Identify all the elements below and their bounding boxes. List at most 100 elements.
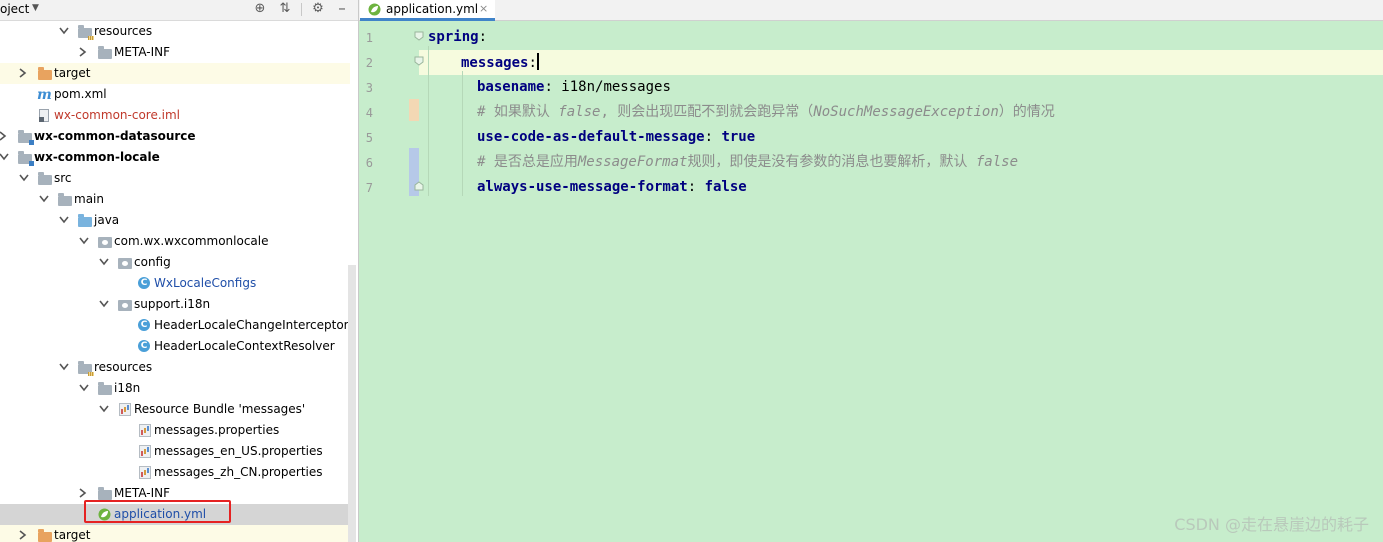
line-number: 4 bbox=[365, 106, 373, 120]
chevron-right-icon[interactable] bbox=[0, 126, 10, 147]
tree-item[interactable]: m pom.xml bbox=[0, 84, 350, 105]
code-line: spring: bbox=[428, 25, 487, 50]
chevron-down-icon[interactable] bbox=[0, 147, 10, 168]
tree-item[interactable]: target bbox=[0, 525, 350, 542]
line-number: 3 bbox=[365, 81, 373, 95]
tree-item-label: Resource Bundle 'messages' bbox=[134, 402, 306, 416]
fold-icon[interactable] bbox=[414, 56, 424, 66]
project-panel: oject ▼ ⊕ ⇅ ⚙ – resources META-INF targe… bbox=[0, 0, 358, 542]
change-marker[interactable] bbox=[409, 99, 419, 121]
yaml-separator: : bbox=[704, 129, 722, 145]
tree-item-label: META-INF bbox=[114, 45, 171, 59]
tree-item-label: target bbox=[54, 528, 91, 542]
chevron-right-icon[interactable] bbox=[78, 42, 90, 63]
tree-item-label: support.i18n bbox=[134, 297, 211, 311]
spring-leaf-icon bbox=[368, 3, 381, 16]
tree-item[interactable]: Resource Bundle 'messages' bbox=[0, 399, 350, 420]
chevron-down-icon[interactable] bbox=[98, 252, 110, 273]
tree-item[interactable]: resources bbox=[0, 21, 350, 42]
tree-item[interactable]: resources bbox=[0, 357, 350, 378]
tree-item[interactable]: support.i18n bbox=[0, 294, 350, 315]
chevron-down-icon[interactable] bbox=[58, 21, 70, 42]
close-icon[interactable]: × bbox=[479, 0, 488, 18]
code-comment: # 是否总是应用MessageFormat规则，即使是没有参数的消息也要解析，默… bbox=[477, 150, 1018, 175]
yaml-key: basename bbox=[477, 79, 545, 95]
tree-item[interactable]: C HeaderLocaleContextResolver bbox=[0, 336, 350, 357]
editor-gutter: 1 2 3 4 5 6 7 bbox=[359, 21, 424, 542]
yaml-key: messages bbox=[461, 55, 529, 71]
fold-end-icon[interactable] bbox=[414, 181, 424, 191]
comment-text: NoSuchMessageException bbox=[813, 104, 999, 120]
class-icon: C bbox=[137, 339, 153, 355]
tree-scrollbar[interactable] bbox=[348, 265, 356, 542]
hide-icon[interactable]: – bbox=[334, 1, 350, 17]
class-icon: C bbox=[137, 276, 153, 292]
tree-item[interactable]: messages.properties bbox=[0, 420, 350, 441]
chevron-down-icon[interactable] bbox=[98, 294, 110, 315]
editor-tab-bar: application.yml × bbox=[359, 0, 1383, 21]
module-folder-icon bbox=[17, 150, 34, 166]
chevron-down-icon[interactable] bbox=[58, 210, 70, 231]
tree-item[interactable]: messages_en_US.properties bbox=[0, 441, 350, 462]
tree-item-label: config bbox=[134, 255, 171, 269]
line-number: 2 bbox=[365, 56, 373, 70]
chevron-right-icon[interactable] bbox=[18, 525, 30, 542]
line-number: 6 bbox=[365, 156, 373, 170]
resources-folder-icon bbox=[77, 24, 94, 40]
tree-item[interactable]: C WxLocaleConfigs bbox=[0, 273, 350, 294]
globe-icon[interactable]: ⊕ bbox=[252, 1, 268, 17]
tree-item[interactable]: wx-common-locale bbox=[0, 147, 350, 168]
comment-text: false bbox=[558, 104, 601, 120]
tree-item[interactable]: C HeaderLocaleChangeInterceptor bbox=[0, 315, 350, 336]
project-panel-title[interactable]: oject bbox=[0, 2, 29, 16]
tree-item-label: wx-common-core.iml bbox=[54, 108, 181, 122]
tree-item[interactable]: META-INF bbox=[0, 42, 350, 63]
collapse-icon[interactable]: ⇅ bbox=[277, 1, 293, 17]
module-folder-icon bbox=[17, 129, 34, 145]
tree-item[interactable]: com.wx.wxcommonlocale bbox=[0, 231, 350, 252]
tab-application-yml[interactable]: application.yml × bbox=[360, 0, 495, 21]
tree-item[interactable]: wx-common-datasource bbox=[0, 126, 350, 147]
chevron-down-icon[interactable] bbox=[98, 399, 110, 420]
yaml-separator: : bbox=[528, 55, 537, 71]
folder-icon bbox=[37, 171, 53, 187]
folder-icon bbox=[97, 45, 113, 61]
code-line: use-code-as-default-message: true bbox=[477, 125, 755, 150]
tree-item[interactable]: main bbox=[0, 189, 350, 210]
tree-item[interactable]: wx-common-core.iml bbox=[0, 105, 350, 126]
indent-guide bbox=[462, 71, 463, 196]
folder-icon bbox=[37, 66, 53, 82]
yaml-key: always-use-message-format bbox=[477, 179, 688, 195]
chevron-down-icon[interactable] bbox=[78, 231, 90, 252]
tree-item[interactable]: i18n bbox=[0, 378, 350, 399]
tree-item-label: resources bbox=[94, 360, 153, 374]
resource-bundle-icon bbox=[117, 402, 133, 418]
chevron-down-icon[interactable] bbox=[18, 168, 30, 189]
code-line: always-use-message-format: false bbox=[477, 175, 747, 200]
fold-icon[interactable] bbox=[414, 31, 424, 41]
chevron-down-icon[interactable] bbox=[38, 189, 50, 210]
tree-item[interactable]: src bbox=[0, 168, 350, 189]
tree-item[interactable]: target bbox=[0, 63, 350, 84]
tree-item[interactable]: messages_zh_CN.properties bbox=[0, 462, 350, 483]
tree-item-label: WxLocaleConfigs bbox=[154, 276, 257, 290]
tree-item[interactable]: config bbox=[0, 252, 350, 273]
comment-text: false bbox=[975, 154, 1019, 170]
yaml-key: spring bbox=[428, 29, 479, 45]
chevron-down-icon[interactable] bbox=[78, 378, 90, 399]
maven-icon: m bbox=[37, 87, 52, 103]
project-panel-header: oject ▼ ⊕ ⇅ ⚙ – bbox=[0, 0, 358, 21]
folder-icon bbox=[97, 381, 113, 397]
tree-item[interactable]: java bbox=[0, 210, 350, 231]
yaml-value: false bbox=[704, 179, 747, 195]
chevron-down-icon[interactable] bbox=[58, 357, 70, 378]
package-icon bbox=[97, 234, 113, 250]
tree-item-label: java bbox=[94, 213, 120, 227]
chevron-right-icon[interactable] bbox=[18, 63, 30, 84]
gear-icon[interactable]: ⚙ bbox=[310, 1, 326, 17]
tree-item-label: wx-common-locale bbox=[34, 150, 160, 164]
chevron-down-icon[interactable]: ▼ bbox=[32, 3, 39, 13]
resources-folder-icon bbox=[77, 360, 94, 376]
line-number: 5 bbox=[365, 131, 373, 145]
yaml-value: i18n/messages bbox=[561, 79, 671, 95]
